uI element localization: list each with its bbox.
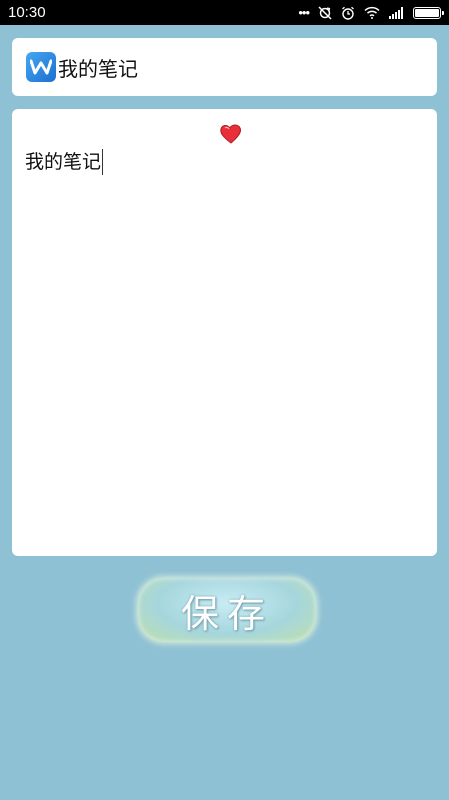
- alarm-icon: [341, 6, 355, 20]
- sync-off-icon: [318, 5, 332, 20]
- battery-icon: [413, 6, 444, 19]
- title-bar: 我的笔记: [12, 38, 437, 96]
- save-button-label: 保存: [180, 591, 273, 636]
- status-icons: •••: [298, 5, 444, 20]
- wifi-icon: [364, 6, 380, 19]
- heart-icon: [219, 123, 243, 149]
- status-bar: 10:30 •••: [0, 0, 449, 25]
- page-title: 我的笔记: [58, 56, 138, 81]
- text-cursor: [102, 149, 104, 175]
- more-dots-icon: •••: [298, 5, 310, 20]
- note-content-text: 我的笔记: [25, 151, 102, 173]
- save-button[interactable]: 保存: [138, 578, 316, 642]
- note-content[interactable]: 我的笔记: [25, 149, 104, 175]
- status-time: 10:30: [8, 4, 46, 21]
- wps-logo-icon: [26, 52, 56, 82]
- note-editor[interactable]: 我的笔记: [12, 109, 437, 556]
- battery-fill: [415, 8, 439, 17]
- signal-icon: [389, 6, 404, 19]
